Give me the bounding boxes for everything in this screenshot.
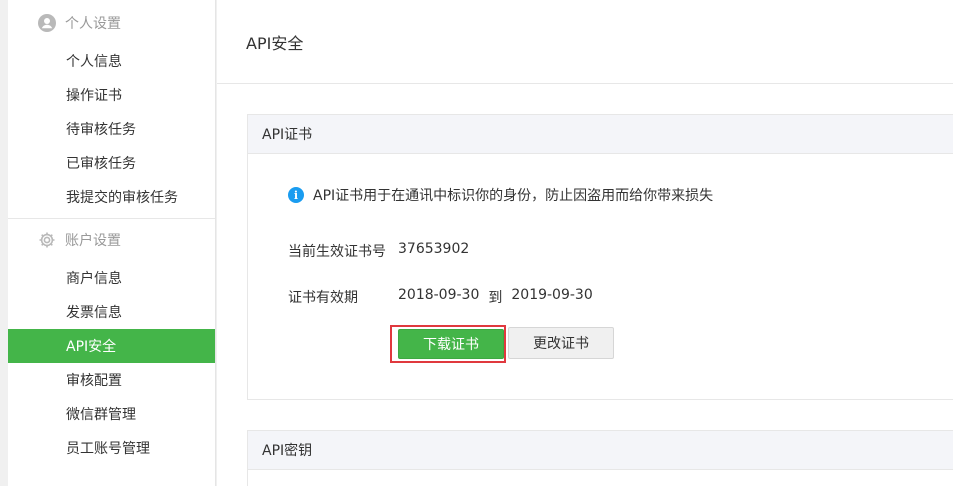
validity-row: 证书有效期 2018-09-30 到 2019-09-30 — [288, 287, 593, 307]
sidebar-item-personal-info[interactable]: 个人信息 — [8, 44, 215, 78]
validity-start: 2018-09-30 — [398, 287, 480, 303]
gear-icon — [38, 231, 56, 249]
sidebar-item-staff-account-management[interactable]: 员工账号管理 — [8, 431, 215, 465]
current-cert-value: 37653902 — [398, 241, 470, 257]
group-title: 个人设置 — [65, 16, 121, 32]
sidebar-item-wechat-group-management[interactable]: 微信群管理 — [8, 397, 215, 431]
user-circle-icon — [38, 14, 56, 32]
app-root: 个人设置 个人信息 操作证书 待审核任务 已审核任务 我提交的审核任务 账户设置… — [0, 0, 953, 486]
group-header-account-settings: 账户设置 — [8, 219, 215, 261]
api-cert-panel-title: API证书 — [248, 115, 953, 154]
sidebar-item-pending-tasks[interactable]: 待审核任务 — [8, 112, 215, 146]
sidebar-item-review-config[interactable]: 审核配置 — [8, 363, 215, 397]
validity-end: 2019-09-30 — [511, 287, 593, 303]
sidebar: 个人设置 个人信息 操作证书 待审核任务 已审核任务 我提交的审核任务 账户设置… — [8, 0, 216, 486]
api-cert-panel: API证书 i API证书用于在通讯中标识你的身份，防止因盗用而给你带来损失 当… — [247, 114, 953, 400]
api-key-panel-title: API密钥 — [248, 431, 953, 470]
download-cert-button[interactable]: 下载证书 — [398, 329, 504, 359]
sidebar-item-merchant-info[interactable]: 商户信息 — [8, 261, 215, 295]
page-title: API安全 — [217, 0, 953, 84]
sidebar-item-my-submitted-tasks[interactable]: 我提交的审核任务 — [8, 180, 215, 214]
sidebar-item-api-security[interactable]: API安全 — [8, 329, 215, 363]
current-cert-row: 当前生效证书号 37653902 — [288, 241, 469, 261]
info-icon: i — [288, 187, 304, 203]
main-content: API安全 API证书 i API证书用于在通讯中标识你的身份，防止因盗用而给你… — [217, 0, 953, 486]
validity-separator: 到 — [488, 290, 503, 306]
api-cert-tip: i API证书用于在通讯中标识你的身份，防止因盗用而给你带来损失 — [288, 185, 713, 205]
group-title: 账户设置 — [65, 233, 121, 249]
group-header-personal-settings: 个人设置 — [8, 2, 215, 44]
sidebar-item-operation-cert[interactable]: 操作证书 — [8, 78, 215, 112]
change-cert-button[interactable]: 更改证书 — [508, 327, 614, 359]
validity-label: 证书有效期 — [288, 290, 358, 306]
sidebar-item-invoice-info[interactable]: 发票信息 — [8, 295, 215, 329]
current-cert-label: 当前生效证书号 — [288, 244, 386, 260]
api-key-panel: API密钥 — [247, 430, 953, 486]
api-cert-tip-text: API证书用于在通讯中标识你的身份，防止因盗用而给你带来损失 — [313, 188, 714, 204]
sidebar-item-reviewed-tasks[interactable]: 已审核任务 — [8, 146, 215, 180]
